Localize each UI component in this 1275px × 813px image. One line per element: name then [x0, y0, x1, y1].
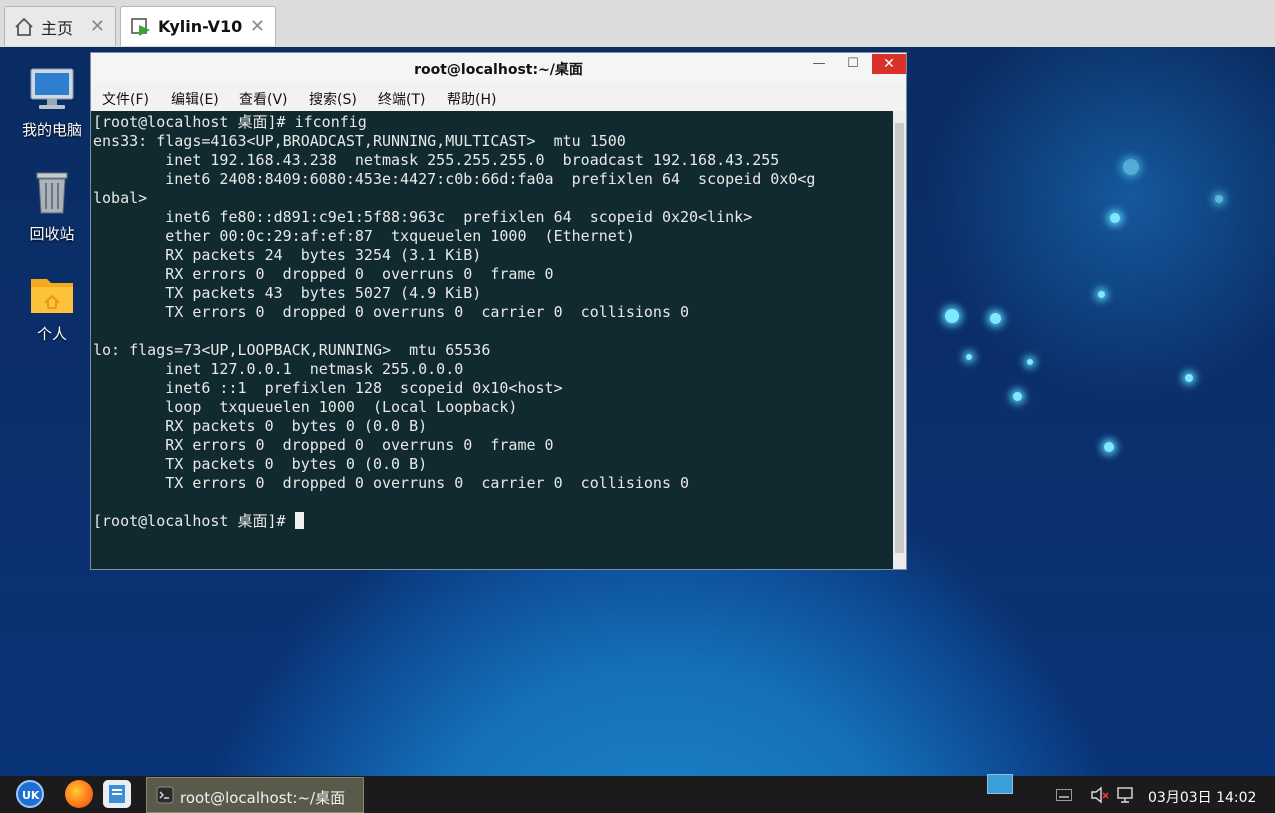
terminal-line: ens33: flags=4163<UP,BROADCAST,RUNNING,M…	[93, 132, 626, 150]
terminal-line: TX packets 0 bytes 0 (0.0 B)	[93, 455, 428, 473]
terminal-line: loop txqueuelen 1000 (Local Loopback)	[93, 398, 518, 416]
kylin-start-icon[interactable]: UK	[16, 780, 44, 808]
taskbar-terminal-item[interactable]: root@localhost:~/桌面	[146, 777, 364, 813]
terminal-line: RX errors 0 dropped 0 overruns 0 frame 0	[93, 265, 554, 283]
desktop-icon-label: 我的电脑	[21, 121, 82, 139]
vm-tab-bar: 主页 ✕ Kylin-V10 ✕	[0, 0, 1275, 48]
glow-dot	[1215, 195, 1223, 203]
terminal-line: RX packets 24 bytes 3254 (3.1 KiB)	[93, 246, 482, 264]
glow-dot	[1098, 291, 1105, 298]
taskbar: UK root@localhost:~/桌面 03月03日 14:02	[0, 774, 1275, 813]
terminal-line: TX packets 43 bytes 5027 (4.9 KiB)	[93, 284, 482, 302]
window-titlebar[interactable]: root@localhost:~/桌面 — ☐ ✕	[91, 53, 906, 82]
terminal-line: inet 192.168.43.238 netmask 255.255.255.…	[93, 151, 780, 169]
glow-dot	[966, 354, 972, 360]
keyboard-icon[interactable]	[1056, 789, 1072, 801]
desktop-icon-home-folder[interactable]: 个人	[12, 273, 92, 344]
show-desktop-icon[interactable]	[987, 774, 1013, 794]
scrollbar-thumb[interactable]	[895, 123, 904, 553]
vm-icon	[131, 17, 150, 36]
terminal-line: inet6 2408:8409:6080:453e:4427:c0b:66d:f…	[93, 170, 816, 188]
terminal-line: inet6 ::1 prefixlen 128 scopeid 0x10<hos…	[93, 379, 563, 397]
desktop-icon-my-computer[interactable]: 我的电脑	[12, 67, 92, 140]
menu-file[interactable]: 文件(F)	[102, 89, 149, 109]
terminal-prompt: [root@localhost 桌面]#	[93, 512, 295, 530]
minimize-button[interactable]: —	[803, 54, 835, 74]
menu-bar: 文件(F) 编辑(E) 查看(V) 搜索(S) 终端(T) 帮助(H)	[91, 82, 906, 111]
terminal-output[interactable]: [root@localhost 桌面]# ifconfig ens33: fla…	[91, 111, 893, 569]
terminal-line: inet6 fe80::d891:c9e1:5f88:963c prefixle…	[93, 208, 753, 226]
menu-help[interactable]: 帮助(H)	[447, 89, 496, 109]
menu-edit[interactable]: 编辑(E)	[171, 89, 219, 109]
glow-dot	[1104, 442, 1114, 452]
tab-kylin-v10[interactable]: Kylin-V10 ✕	[120, 6, 276, 46]
volume-muted-icon[interactable]	[1090, 786, 1110, 804]
home-folder-icon	[31, 279, 73, 313]
trash-icon	[36, 172, 68, 214]
desktop-icon-label: 回收站	[29, 225, 75, 243]
vertical-scrollbar[interactable]	[893, 111, 906, 569]
glow-dot	[990, 313, 1001, 324]
file-manager-icon[interactable]	[103, 780, 131, 808]
terminal-line: RX packets 0 bytes 0 (0.0 B)	[93, 417, 428, 435]
clock[interactable]: 03月03日 14:02	[1148, 787, 1256, 807]
menu-search[interactable]: 搜索(S)	[309, 89, 357, 109]
desktop-icon-label: 个人	[36, 325, 67, 343]
tab-home[interactable]: 主页 ✕	[4, 6, 116, 46]
window-title: root@localhost:~/桌面	[414, 62, 583, 78]
tab-home-label: 主页	[41, 18, 74, 38]
close-icon[interactable]: ✕	[250, 16, 265, 37]
terminal-line: lobal>	[93, 189, 148, 207]
taskbar-task-label: root@localhost:~/桌面	[180, 789, 346, 807]
terminal-line: TX errors 0 dropped 0 overruns 0 carrier…	[93, 303, 690, 321]
text-cursor	[294, 512, 304, 529]
glow-dot	[1027, 359, 1033, 365]
terminal-window: root@localhost:~/桌面 — ☐ ✕ 文件(F) 编辑(E) 查看…	[90, 52, 907, 570]
terminal-icon	[156, 786, 174, 804]
glow-dot	[1123, 159, 1139, 175]
terminal-line: lo: flags=73<UP,LOOPBACK,RUNNING> mtu 65…	[93, 341, 491, 359]
glow-dot	[1013, 392, 1022, 401]
desktop-icon-trash[interactable]: 回收站	[12, 169, 92, 244]
menu-terminal[interactable]: 终端(T)	[378, 89, 425, 109]
maximize-button[interactable]: ☐	[837, 54, 869, 74]
terminal-line: TX errors 0 dropped 0 overruns 0 carrier…	[93, 474, 690, 492]
glow-dot	[1110, 213, 1120, 223]
network-icon[interactable]	[1117, 786, 1137, 804]
firefox-icon[interactable]	[65, 780, 93, 808]
terminal-line: ether 00:0c:29:af:ef:87 txqueuelen 1000 …	[93, 227, 635, 245]
glow-dot	[945, 309, 959, 323]
terminal-line: [root@localhost 桌面]# ifconfig	[93, 113, 367, 131]
terminal-line: inet 127.0.0.1 netmask 255.0.0.0	[93, 360, 464, 378]
tab-vm-label: Kylin-V10	[158, 17, 243, 36]
close-icon[interactable]: ✕	[90, 16, 105, 37]
terminal-prompt-line[interactable]: [root@localhost 桌面]#	[93, 512, 893, 531]
close-button[interactable]: ✕	[872, 54, 906, 74]
glow-dot	[1185, 374, 1193, 382]
terminal-line: RX errors 0 dropped 0 overruns 0 frame 0	[93, 436, 554, 454]
menu-view[interactable]: 查看(V)	[239, 89, 288, 109]
svg-text:UK: UK	[22, 789, 40, 802]
home-icon	[15, 17, 33, 36]
computer-icon	[30, 68, 74, 109]
